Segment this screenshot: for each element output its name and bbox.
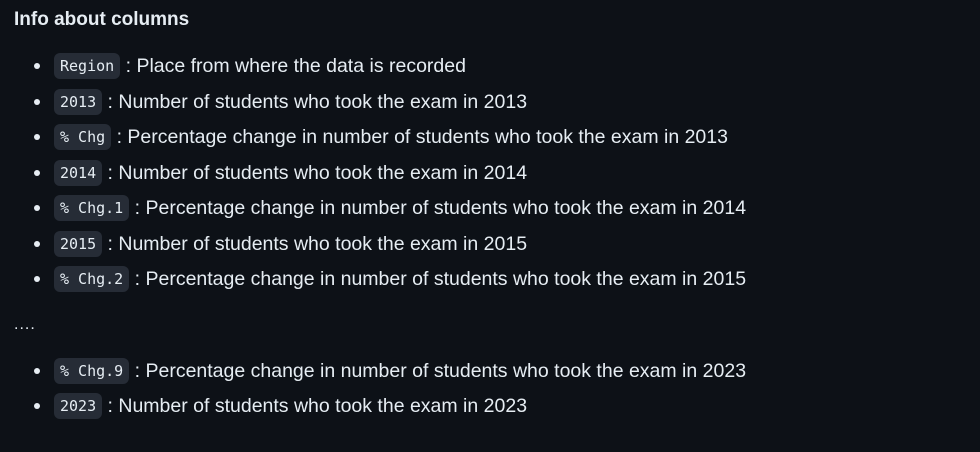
column-description: : Number of students who took the exam i… (107, 161, 528, 184)
list-item: 2013 : Number of students who took the e… (14, 88, 970, 124)
column-code: % Chg (54, 124, 112, 150)
bullet-icon (34, 98, 40, 105)
column-description: : Percentage change in number of student… (116, 126, 728, 148)
column-description: : Percentage change in number of student… (134, 197, 747, 219)
column-code: % Chg.9 (54, 357, 130, 384)
list-item: % Chg.1 : Percentage change in number of… (14, 194, 970, 230)
bullet-icon (34, 63, 40, 69)
bullet-icon (34, 276, 40, 282)
bullet-icon (34, 240, 40, 247)
column-description: : Number of students who took the exam i… (107, 90, 528, 113)
bullet-icon (34, 169, 40, 176)
column-description: : Percentage change in number of student… (134, 268, 747, 290)
list-item: 2014 : Number of students who took the e… (14, 159, 970, 195)
section-heading: Info about columns (14, 9, 190, 30)
column-description: : Percentage change in number of student… (134, 359, 747, 382)
column-code: 2023 (54, 393, 103, 419)
column-code: 2015 (54, 230, 103, 257)
column-code: % Chg.2 (54, 266, 130, 292)
column-code: 2014 (54, 159, 103, 186)
list-item: % Chg.2 : Percentage change in number of… (14, 265, 970, 301)
bullet-icon (34, 205, 40, 211)
bullet-icon (34, 134, 40, 140)
list-item: % Chg.9 : Percentage change in number of… (14, 357, 970, 393)
list-item: Region : Place from where the data is re… (14, 52, 970, 88)
list-item: 2023 : Number of students who took the e… (14, 392, 970, 428)
column-list-first: Region : Place from where the data is re… (14, 52, 970, 301)
bullet-icon (34, 367, 40, 374)
column-list-last: % Chg.9 : Percentage change in number of… (14, 357, 970, 428)
bullet-icon (34, 403, 40, 409)
column-code: % Chg.1 (54, 195, 130, 221)
column-code: 2013 (54, 88, 103, 115)
ellipsis-text: .... (14, 315, 36, 333)
list-item: % Chg : Percentage change in number of s… (14, 123, 970, 159)
document-body: Info about columns Region : Place from w… (14, 8, 970, 428)
list-item: 2015 : Number of students who took the e… (14, 230, 970, 266)
column-code: Region (54, 53, 121, 79)
column-description: : Number of students who took the exam i… (107, 232, 528, 255)
column-description: : Place from where the data is recorded (125, 55, 466, 77)
column-description: : Number of students who took the exam i… (107, 395, 528, 417)
